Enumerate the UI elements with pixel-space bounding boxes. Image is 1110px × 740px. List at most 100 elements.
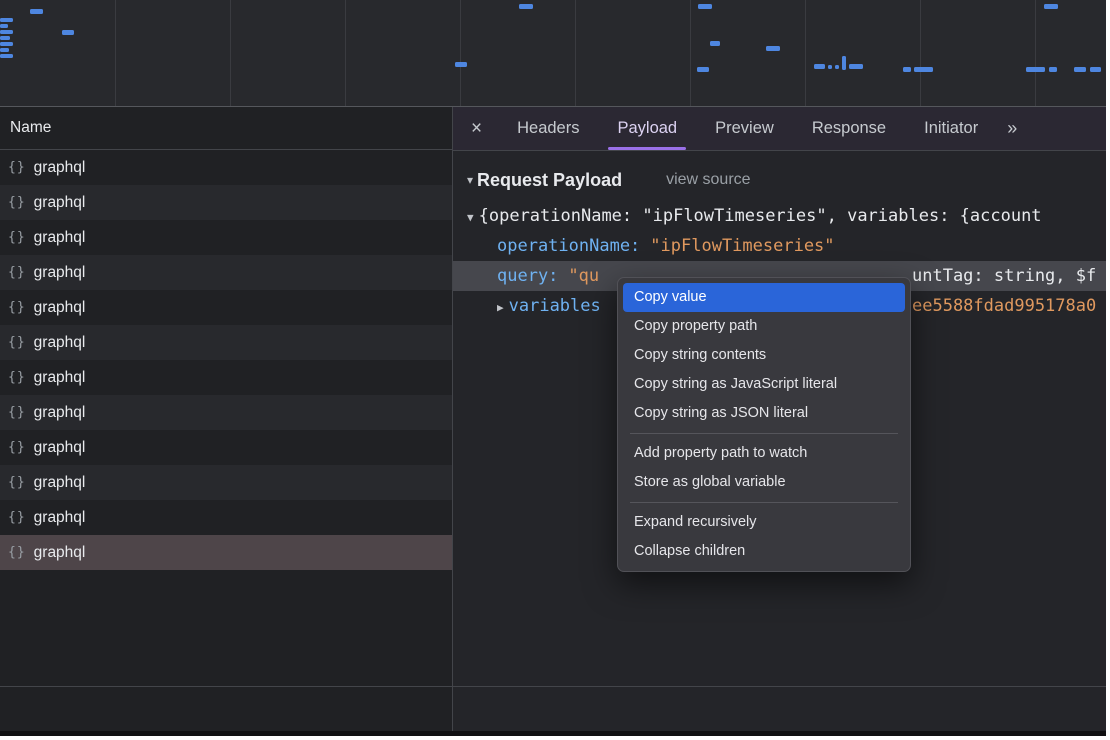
network-activity-bar [1074, 67, 1086, 72]
expanded-triangle-icon[interactable]: ▼ [467, 211, 474, 224]
network-activity-bar [0, 24, 8, 28]
menu-separator [630, 433, 898, 434]
window-bottom-edge [0, 731, 1106, 736]
view-source-link[interactable]: view source [666, 171, 750, 189]
property-key: query: [497, 266, 558, 286]
network-activity-bar [842, 56, 846, 70]
overview-gridline [230, 0, 231, 106]
network-activity-bar [698, 4, 712, 9]
network-request-row[interactable]: {}graphql [0, 535, 452, 570]
request-name-label: graphql [34, 264, 86, 282]
menu-item-add-property-path-to-watch[interactable]: Add property path to watch [623, 439, 905, 468]
network-activity-bar [0, 42, 13, 46]
json-braces-icon: {} [8, 545, 26, 560]
overview-gridline [575, 0, 576, 106]
network-activity-bar [766, 46, 780, 51]
tab-headers[interactable]: Headers [498, 107, 598, 150]
menu-item-copy-value[interactable]: Copy value [623, 283, 905, 312]
collapsed-triangle-icon[interactable]: ▶ [497, 301, 504, 314]
network-request-row[interactable]: {}graphql [0, 360, 452, 395]
menu-item-copy-property-path[interactable]: Copy property path [623, 312, 905, 341]
overview-gridline [460, 0, 461, 106]
request-name-label: graphql [34, 474, 86, 492]
network-activity-bar [697, 67, 709, 72]
menu-item-store-as-global-variable[interactable]: Store as global variable [623, 468, 905, 497]
context-menu: Copy valueCopy property pathCopy string … [617, 277, 911, 572]
property-value-left-fragment: "qu [568, 266, 599, 286]
network-request-row[interactable]: {} graphql [0, 500, 452, 535]
request-payload-title: Request Payload [477, 170, 622, 191]
menu-separator [630, 502, 898, 503]
network-request-list-panel: Name {}graphql{}graphql{}graphql{}graphq… [0, 107, 453, 736]
menu-item-copy-string-contents[interactable]: Copy string contents [623, 341, 905, 370]
network-request-row[interactable]: {} graphql [0, 325, 452, 360]
overview-gridline [805, 0, 806, 106]
root-preview-text: {operationName: "ipFlowTimeseries", vari… [479, 206, 1042, 226]
overview-gridline [345, 0, 346, 106]
network-request-list: {} graphql {} graphql {} graphql {} graphql {} gr… [0, 150, 452, 570]
tab-preview[interactable]: Preview [696, 107, 793, 150]
network-activity-bar [903, 67, 911, 72]
request-name-label: graphql [34, 194, 86, 212]
network-activity-bar [455, 62, 467, 67]
network-overview-timeline[interactable] [0, 0, 1106, 107]
overview-gridline [115, 0, 116, 106]
name-column-header[interactable]: Name [0, 107, 452, 150]
request-name-label: graphql [34, 159, 86, 177]
payload-row-operationname[interactable]: operationName: "ipFlowTimeseries" [453, 231, 1106, 261]
request-name-label: graphql [34, 229, 86, 247]
network-activity-bar [0, 18, 13, 22]
menu-item-expand-recursively[interactable]: Expand recursively [623, 508, 905, 537]
overview-gridline [920, 0, 921, 106]
network-activity-bar [814, 64, 825, 69]
property-key: variables [509, 296, 601, 316]
network-request-row[interactable]: {}graphql [0, 255, 452, 290]
property-value-right-fragment: ee5588fdad995178a0 [912, 291, 1096, 321]
close-icon[interactable]: × [471, 119, 482, 138]
name-column-label: Name [10, 119, 51, 137]
network-request-row[interactable]: {}graphql [0, 430, 452, 465]
json-braces-icon: {} [8, 300, 26, 315]
network-activity-bar [519, 4, 533, 9]
request-name-label: graphql [34, 509, 86, 527]
json-braces-icon: {} [8, 160, 26, 175]
network-activity-bar [828, 65, 832, 69]
network-request-row[interactable]: {} graphql [0, 290, 452, 325]
network-activity-bar [1026, 67, 1045, 72]
network-activity-bar [0, 30, 13, 34]
network-activity-bar [835, 65, 839, 69]
network-activity-bar [1044, 4, 1058, 9]
network-request-row[interactable]: {} graphql [0, 220, 452, 255]
tab-payload[interactable]: Payload [598, 107, 696, 150]
menu-item-copy-string-as-json-literal[interactable]: Copy string as JSON literal [623, 399, 905, 428]
network-activity-bar [0, 54, 13, 58]
json-braces-icon: {} [8, 195, 26, 210]
json-braces-icon: {} [8, 335, 26, 350]
property-value: "ipFlowTimeseries" [650, 236, 834, 256]
network-request-row[interactable]: {}graphql [0, 465, 452, 500]
menu-item-copy-string-as-javascript-literal[interactable]: Copy string as JavaScript literal [623, 370, 905, 399]
network-activity-bar [710, 41, 720, 46]
json-braces-icon: {} [8, 230, 26, 245]
request-name-label: graphql [34, 334, 86, 352]
network-activity-bar [849, 64, 863, 69]
network-activity-bar [0, 48, 9, 52]
request-name-label: graphql [34, 404, 86, 422]
network-request-row[interactable]: {}graphql [0, 395, 452, 430]
network-activity-bar [914, 67, 933, 72]
tab-response[interactable]: Response [793, 107, 905, 150]
menu-item-collapse-children[interactable]: Collapse children [623, 537, 905, 566]
tab-initiator[interactable]: Initiator [905, 107, 997, 150]
more-tabs-icon[interactable]: » [1007, 118, 1017, 139]
network-activity-bar [0, 36, 10, 40]
property-key: operationName: [497, 236, 640, 256]
section-collapse-triangle-icon[interactable]: ▾ [467, 173, 473, 187]
network-request-row[interactable]: {} graphql [0, 150, 452, 185]
inspector-tab-bar: × HeadersPayloadPreviewResponseInitiator… [453, 107, 1106, 151]
request-name-label: graphql [34, 299, 86, 317]
json-braces-icon: {} [8, 510, 26, 525]
payload-root-row[interactable]: ▼ {operationName: "ipFlowTimeseries", var… [453, 201, 1106, 231]
json-braces-icon: {} [8, 370, 26, 385]
network-request-row[interactable]: {} graphql [0, 185, 452, 220]
footer-divider [0, 686, 1106, 687]
